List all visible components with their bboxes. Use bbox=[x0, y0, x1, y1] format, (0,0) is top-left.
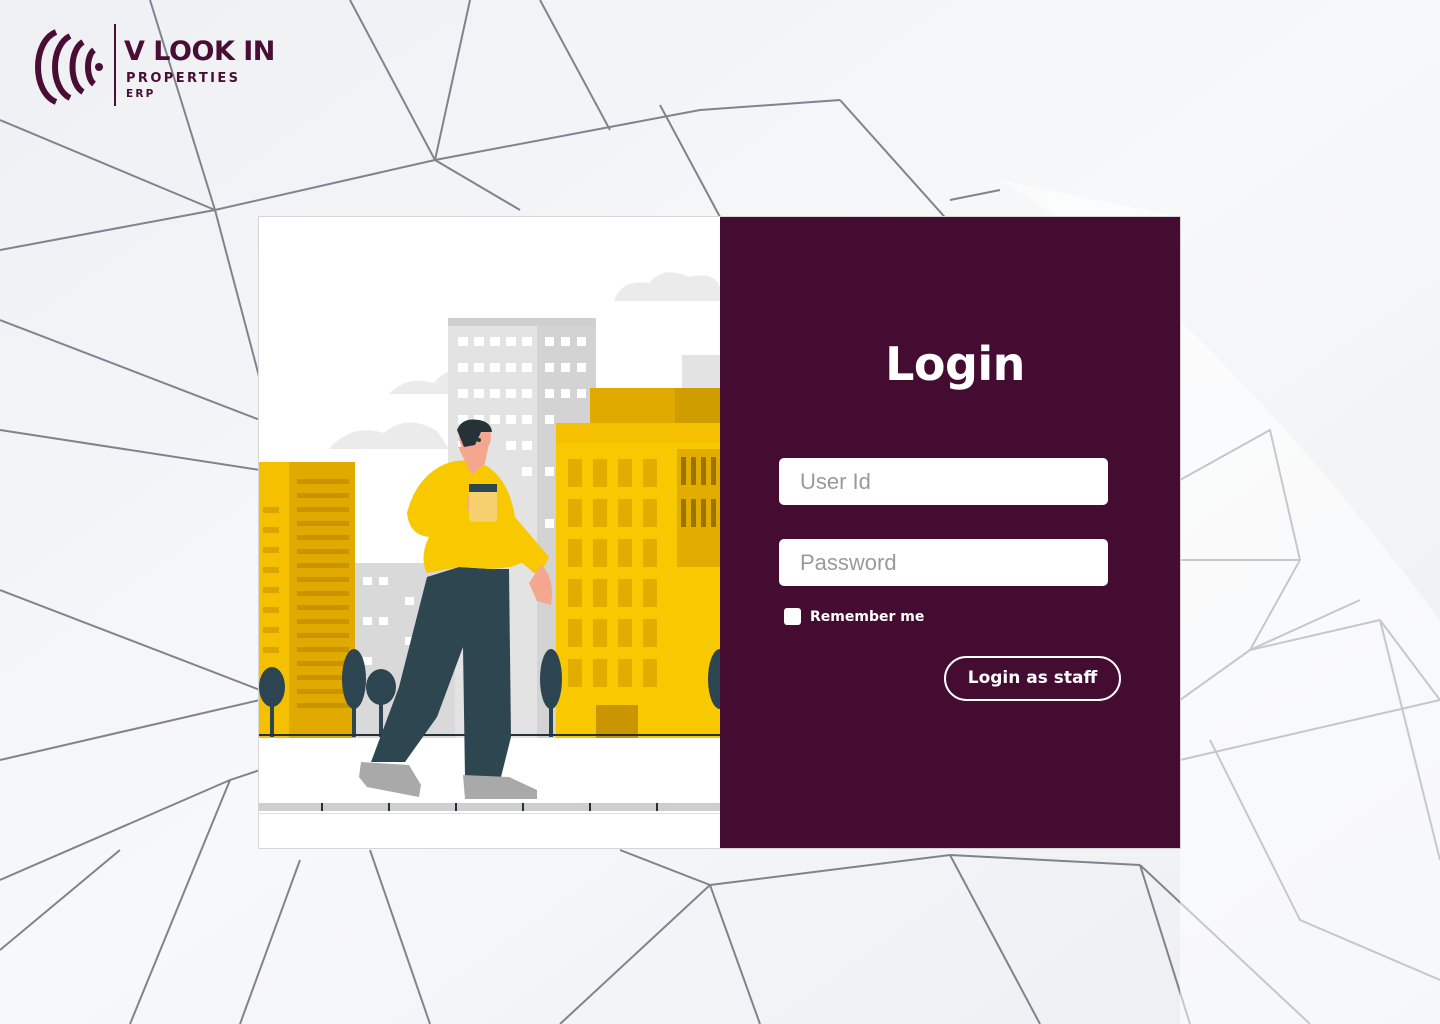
login-panel: Login Remember me Login as staff bbox=[720, 217, 1180, 848]
remember-me-label: Remember me bbox=[810, 608, 925, 625]
login-card: Login Remember me Login as staff bbox=[259, 217, 1180, 848]
brand-logo[interactable]: V LOOK IN PROPERTIES ERP bbox=[28, 22, 278, 112]
city-illustration bbox=[259, 217, 720, 848]
logo-divider bbox=[114, 24, 116, 106]
password-input[interactable] bbox=[779, 539, 1108, 586]
brand-erp-label: ERP bbox=[126, 88, 156, 100]
user-id-input[interactable] bbox=[779, 458, 1108, 505]
remember-me-row[interactable]: Remember me bbox=[784, 608, 924, 625]
login-as-staff-button[interactable]: Login as staff bbox=[944, 656, 1121, 701]
brand-name: V LOOK IN bbox=[124, 36, 275, 67]
brand-subtitle: PROPERTIES bbox=[126, 71, 241, 86]
login-title: Login bbox=[885, 337, 1025, 391]
brand-mark-icon bbox=[35, 29, 103, 105]
man-walking-city-illustration bbox=[259, 217, 720, 848]
remember-me-checkbox[interactable] bbox=[784, 608, 801, 625]
